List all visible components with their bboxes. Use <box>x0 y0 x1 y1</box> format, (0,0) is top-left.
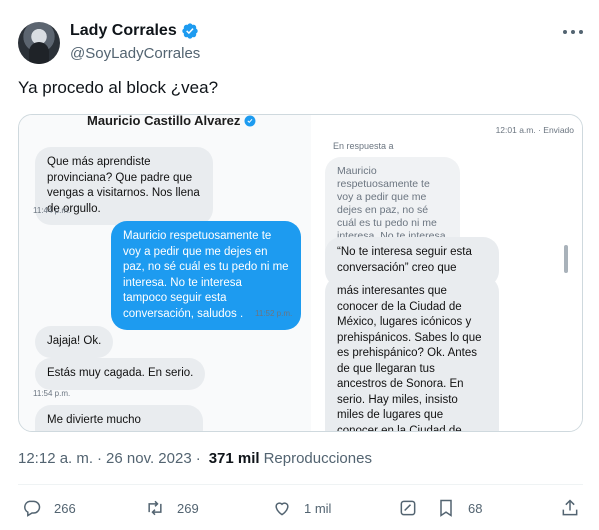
more-options-icon[interactable] <box>563 26 583 38</box>
author-handle[interactable]: @SoyLadyCorrales <box>70 45 200 62</box>
author-display-name[interactable]: Lady Corrales <box>70 22 177 40</box>
bookmark-icon <box>440 499 452 517</box>
chat-message-in: Estás muy cagada. En serio. <box>35 358 206 390</box>
chat-verified-icon <box>244 115 256 126</box>
meta-separator: · <box>195 450 201 467</box>
repost-icon <box>148 500 162 516</box>
action-bar: 266 269 1 mil 68 <box>18 498 583 522</box>
chat-contact-name-text: Mauricio Castillo Alvarez <box>87 114 241 128</box>
chat-timestamp: 11:52 p.m. <box>255 309 293 318</box>
avatar[interactable] <box>18 22 60 64</box>
repost-button[interactable]: 269 <box>145 498 199 518</box>
chat-timestamp: 11:54 p.m. <box>33 389 71 398</box>
chat-right-column: 12:01 a.m. · Enviado En respuesta a Maur… <box>311 115 582 431</box>
chat-timestamp: 11:44 p.m. <box>33 206 71 215</box>
bookmark-button[interactable]: 68 <box>436 498 482 518</box>
tweet-text: Ya procedo al block ¿vea? <box>18 78 219 97</box>
views-label: Reproducciones <box>263 450 372 467</box>
tweet-date[interactable]: 26 nov. 2023 <box>106 450 192 467</box>
bookmark-count: 68 <box>468 500 483 516</box>
grok-button[interactable] <box>398 498 418 518</box>
grok-icon <box>400 500 416 516</box>
attached-screenshot[interactable]: Mauricio Castillo Alvarez Que más aprend… <box>18 114 583 432</box>
views-count: 371 mil <box>208 450 260 467</box>
chat-contact-name: Mauricio Castillo Alvarez <box>87 114 256 128</box>
chat-message-in: Me divierte mucho contestarte. <box>35 405 203 431</box>
tweet-time[interactable]: 12:12 a. m. <box>18 450 93 467</box>
chat-left-column: Mauricio Castillo Alvarez Que más aprend… <box>19 114 311 431</box>
reply-label: En respuesta a <box>333 141 394 151</box>
sent-status: 12:01 a.m. · Enviado <box>495 125 574 135</box>
divider <box>18 484 583 485</box>
reply-count: 266 <box>54 500 76 516</box>
author-name-row: Lady Corrales <box>70 22 199 40</box>
reply-icon <box>24 500 41 517</box>
share-icon <box>562 499 578 516</box>
repost-count: 269 <box>177 500 199 516</box>
tweet-meta: 12:12 a. m. · 26 nov. 2023 · 371 mil Rep… <box>18 450 372 467</box>
tweet-header: Lady Corrales @SoyLadyCorrales <box>18 20 583 68</box>
like-count: 1 mil <box>304 500 332 516</box>
like-button[interactable]: 1 mil <box>272 498 331 518</box>
chat-message-in: Jajaja! Ok. <box>35 326 114 358</box>
meta-separator: · <box>97 450 103 467</box>
heart-icon <box>275 502 289 516</box>
share-button[interactable] <box>560 498 580 518</box>
scrollbar[interactable] <box>564 245 568 273</box>
chat-message-in: más interesantes que conocer de la Ciuda… <box>325 276 499 431</box>
verified-badge-icon <box>182 23 198 39</box>
reply-button[interactable]: 266 <box>22 498 76 518</box>
